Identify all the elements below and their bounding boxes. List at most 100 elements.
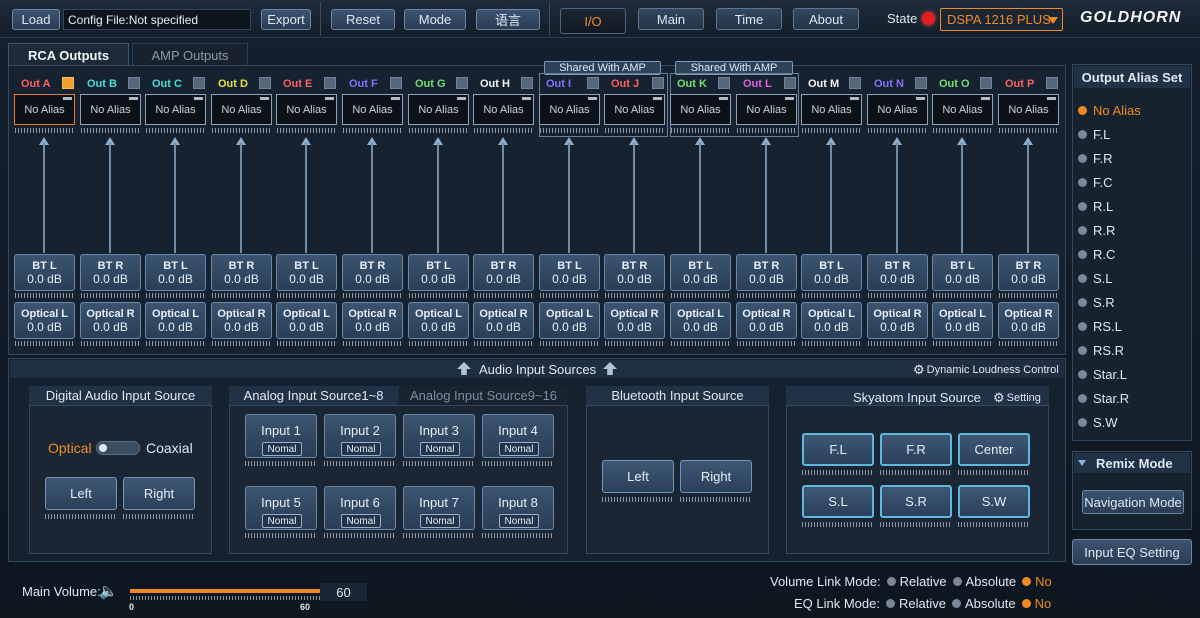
- input-mode-badge[interactable]: Nomal: [341, 442, 381, 456]
- channel-alias-box[interactable]: No Alias: [342, 94, 403, 125]
- input-mode-badge[interactable]: Nomal: [499, 442, 539, 456]
- channel-source-1[interactable]: BT L 0.0 dB: [145, 254, 206, 291]
- channel-source-2[interactable]: Optical L 0.0 dB: [14, 302, 75, 339]
- channel-source-2[interactable]: Optical R 0.0 dB: [604, 302, 665, 339]
- channel-alias-box[interactable]: No Alias: [211, 94, 272, 125]
- channel-source-2[interactable]: Optical L 0.0 dB: [932, 302, 993, 339]
- tab-main[interactable]: Main: [638, 8, 704, 30]
- load-button[interactable]: Load: [12, 9, 60, 30]
- device-select[interactable]: DSPA 1216 PLUS: [940, 8, 1063, 31]
- eq-link-relative[interactable]: Relative: [886, 596, 946, 611]
- channel-source-1[interactable]: BT R 0.0 dB: [998, 254, 1059, 291]
- channel-source-2[interactable]: Optical L 0.0 dB: [276, 302, 337, 339]
- channel-alias-box[interactable]: No Alias: [145, 94, 206, 125]
- channel-checkbox[interactable]: [62, 77, 74, 89]
- analog-input-button[interactable]: Input 3 Nomal: [403, 414, 475, 458]
- input-mode-badge[interactable]: Nomal: [262, 442, 302, 456]
- input-mode-badge[interactable]: Nomal: [262, 514, 302, 528]
- alias-option[interactable]: F.L: [1078, 127, 1110, 142]
- input-mode-badge[interactable]: Nomal: [420, 514, 460, 528]
- alias-option[interactable]: RS.R: [1078, 343, 1124, 358]
- alias-option[interactable]: RS.L: [1078, 319, 1122, 334]
- channel-alias-box[interactable]: No Alias: [801, 94, 862, 125]
- skyatom-setting-button[interactable]: ⚙ Setting: [993, 390, 1041, 406]
- bluetooth-right-button[interactable]: Right: [680, 460, 752, 493]
- channel-source-2[interactable]: Optical L 0.0 dB: [801, 302, 862, 339]
- channel-checkbox[interactable]: [390, 77, 402, 89]
- channel-checkbox[interactable]: [128, 77, 140, 89]
- channel-source-1[interactable]: BT L 0.0 dB: [932, 254, 993, 291]
- skyatom-channel-button[interactable]: S.R: [880, 485, 952, 518]
- channel-source-2[interactable]: Optical R 0.0 dB: [342, 302, 403, 339]
- channel-source-2[interactable]: Optical R 0.0 dB: [867, 302, 928, 339]
- mode-button[interactable]: Mode: [404, 9, 466, 30]
- channel-source-1[interactable]: BT R 0.0 dB: [342, 254, 403, 291]
- skyatom-channel-button[interactable]: Center: [958, 433, 1030, 466]
- channel-alias-box[interactable]: No Alias: [80, 94, 141, 125]
- alias-option[interactable]: No Alias: [1078, 103, 1141, 118]
- language-button[interactable]: 语言: [476, 9, 540, 30]
- analog-input-button[interactable]: Input 4 Nomal: [482, 414, 554, 458]
- channel-source-2[interactable]: Optical R 0.0 dB: [998, 302, 1059, 339]
- channel-source-1[interactable]: BT L 0.0 dB: [14, 254, 75, 291]
- channel-checkbox[interactable]: [521, 77, 533, 89]
- channel-checkbox[interactable]: [259, 77, 271, 89]
- channel-alias-box[interactable]: No Alias: [867, 94, 928, 125]
- volume-link-relative[interactable]: Relative: [886, 574, 947, 589]
- channel-source-1[interactable]: BT R 0.0 dB: [473, 254, 534, 291]
- analog-input-button[interactable]: Input 8 Nomal: [482, 486, 554, 530]
- digital-left-button[interactable]: Left: [45, 477, 117, 510]
- tab-time[interactable]: Time: [716, 8, 782, 30]
- volume-value-field[interactable]: 60: [320, 583, 367, 601]
- volume-link-no[interactable]: No: [1022, 574, 1052, 589]
- channel-source-1[interactable]: BT R 0.0 dB: [211, 254, 272, 291]
- channel-source-2[interactable]: Optical R 0.0 dB: [473, 302, 534, 339]
- channel-checkbox[interactable]: [980, 77, 992, 89]
- tab-analog-9-16[interactable]: Analog Input Source9~16: [399, 386, 568, 406]
- analog-input-button[interactable]: Input 5 Nomal: [245, 486, 317, 530]
- analog-input-button[interactable]: Input 7 Nomal: [403, 486, 475, 530]
- channel-alias-box[interactable]: No Alias: [998, 94, 1059, 125]
- skyatom-channel-button[interactable]: F.R: [880, 433, 952, 466]
- tab-rca-outputs[interactable]: RCA Outputs: [8, 43, 129, 66]
- channel-alias-box[interactable]: No Alias: [276, 94, 337, 125]
- alias-option[interactable]: S.L: [1078, 271, 1113, 286]
- channel-alias-box[interactable]: No Alias: [473, 94, 534, 125]
- alias-option[interactable]: R.C: [1078, 247, 1115, 262]
- export-button[interactable]: Export: [261, 9, 311, 30]
- channel-source-2[interactable]: Optical R 0.0 dB: [736, 302, 797, 339]
- navigation-mode-button[interactable]: Navigation Mode: [1082, 490, 1184, 514]
- alias-option[interactable]: Star.L: [1078, 367, 1127, 382]
- channel-source-1[interactable]: BT L 0.0 dB: [408, 254, 469, 291]
- analog-input-button[interactable]: Input 2 Nomal: [324, 414, 396, 458]
- channel-checkbox[interactable]: [324, 77, 336, 89]
- channel-source-2[interactable]: Optical L 0.0 dB: [408, 302, 469, 339]
- optical-coaxial-toggle[interactable]: [96, 441, 140, 455]
- bluetooth-left-button[interactable]: Left: [602, 460, 674, 493]
- channel-source-1[interactable]: BT L 0.0 dB: [276, 254, 337, 291]
- channel-checkbox[interactable]: [652, 77, 664, 89]
- channel-source-1[interactable]: BT R 0.0 dB: [867, 254, 928, 291]
- reset-button[interactable]: Reset: [331, 9, 395, 30]
- channel-checkbox[interactable]: [193, 77, 205, 89]
- channel-source-1[interactable]: BT L 0.0 dB: [539, 254, 600, 291]
- channel-checkbox[interactable]: [587, 77, 599, 89]
- input-mode-badge[interactable]: Nomal: [341, 514, 381, 528]
- channel-alias-box[interactable]: No Alias: [604, 94, 665, 125]
- alias-option[interactable]: Star.R: [1078, 391, 1129, 406]
- skyatom-channel-button[interactable]: S.L: [802, 485, 874, 518]
- channel-source-1[interactable]: BT R 0.0 dB: [80, 254, 141, 291]
- channel-source-2[interactable]: Optical L 0.0 dB: [670, 302, 731, 339]
- alias-option[interactable]: S.W: [1078, 415, 1118, 430]
- input-eq-setting-button[interactable]: Input EQ Setting: [1072, 539, 1192, 565]
- skyatom-channel-button[interactable]: S.W: [958, 485, 1030, 518]
- channel-source-1[interactable]: BT L 0.0 dB: [801, 254, 862, 291]
- channel-source-1[interactable]: BT R 0.0 dB: [736, 254, 797, 291]
- channel-alias-box[interactable]: No Alias: [539, 94, 600, 125]
- eq-link-no[interactable]: No: [1021, 596, 1051, 611]
- skyatom-channel-button[interactable]: F.L: [802, 433, 874, 466]
- channel-alias-box[interactable]: No Alias: [408, 94, 469, 125]
- alias-option[interactable]: F.C: [1078, 175, 1113, 190]
- channel-source-2[interactable]: Optical L 0.0 dB: [539, 302, 600, 339]
- analog-input-button[interactable]: Input 1 Nomal: [245, 414, 317, 458]
